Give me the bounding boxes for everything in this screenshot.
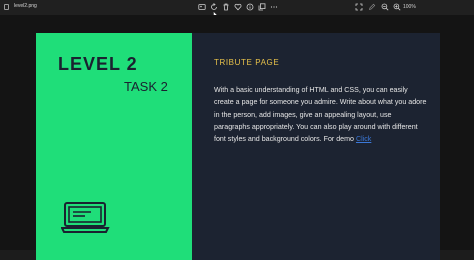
image-viewer-canvas: LEVEL 2 TASK 2 TRIBUTE PAGE With a basic…: [0, 15, 474, 260]
demo-link[interactable]: Click: [356, 135, 371, 143]
info-icon[interactable]: [246, 3, 254, 11]
favorite-heart-icon[interactable]: [234, 3, 242, 11]
task-description: With a basic understanding of HTML and C…: [214, 84, 429, 145]
zoom-in-icon[interactable]: [393, 3, 401, 11]
level-title: LEVEL 2: [58, 54, 138, 74]
file-icon: [4, 4, 9, 10]
title-bar: level2.png 100%: [0, 0, 474, 15]
tribute-page-heading: TRIBUTE PAGE: [214, 58, 280, 67]
slide-image: LEVEL 2 TASK 2 TRIBUTE PAGE With a basic…: [36, 33, 440, 260]
image-edit-icon[interactable]: [198, 3, 206, 11]
more-icon[interactable]: [270, 3, 278, 11]
rotate-icon[interactable]: [210, 3, 218, 11]
laptop-icon: [61, 202, 110, 233]
zoom-out-icon[interactable]: [381, 3, 389, 11]
description-text: With a basic understanding of HTML and C…: [214, 86, 427, 144]
copy-icon[interactable]: [258, 3, 266, 11]
pen-icon[interactable]: [368, 3, 376, 11]
fullscreen-icon[interactable]: [355, 3, 363, 11]
zoom-level: 100%: [403, 4, 416, 10]
level-panel: LEVEL 2 TASK 2: [36, 33, 192, 260]
delete-icon[interactable]: [222, 3, 230, 11]
file-name: level2.png: [14, 3, 37, 9]
task-title: TASK 2: [124, 79, 168, 94]
